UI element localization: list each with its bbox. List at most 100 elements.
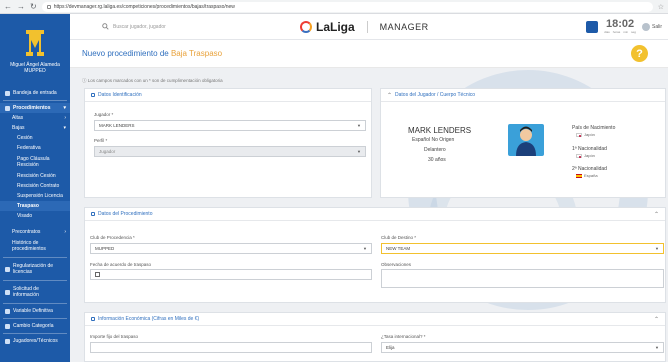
player-name: MARK LENDERS — [408, 126, 472, 135]
sidebar-item-rescision-cesion[interactable]: Rescisión Cesión — [0, 171, 70, 181]
perfil-select: Jugador ▼ — [94, 146, 366, 157]
brand-name: LaLiga — [316, 19, 355, 34]
sidebar-item-bandeja[interactable]: Bandeja de entrada — [0, 88, 70, 98]
perfil-label: Perfil * — [94, 138, 108, 143]
sidebar-item-rescision-contrato[interactable]: Rescisión Contrato — [0, 181, 70, 191]
fecha-acuerdo-input[interactable] — [90, 269, 372, 280]
sidebar-item-suspension-licencia[interactable]: Suspensión Licencia — [0, 191, 70, 201]
clock-time: 18:02 — [605, 18, 635, 30]
search-icon — [102, 23, 109, 30]
countdown-clock: 18:02 días horas min seg — [604, 18, 636, 35]
players-icon — [5, 338, 10, 344]
procedimiento-panel: Datos del Procedimiento ⌃ — [84, 207, 666, 303]
jugador-select[interactable]: MARK LENDERS ▼ — [94, 120, 366, 131]
url-text: https://devmanager.rg.laliga.es/competic… — [53, 3, 235, 10]
sidebar-item-pago-clausula[interactable]: Pago Cláusula Rescisión — [0, 153, 70, 171]
caret-down-icon: ▼ — [357, 123, 361, 128]
sidebar-divider — [3, 318, 67, 319]
pais-nacimiento-label: País de Nacimiento — [572, 125, 616, 131]
observaciones-textarea[interactable] — [381, 269, 664, 288]
nacionalidad2-label: 2ª Nacionalidad — [572, 166, 607, 172]
identificacion-panel: Datos Identificación — [84, 88, 372, 198]
sidebar-item-regularizacion[interactable]: Regularización de licencias — [0, 260, 70, 278]
panel-header: Datos Identificación — [85, 89, 371, 102]
help-button[interactable]: ? — [631, 45, 648, 62]
document-icon — [5, 105, 10, 111]
sidebar-item-cambio-categoria[interactable]: Cambio Categoría — [0, 321, 70, 331]
sidebar: Miguel Ángel Alameda MUPPED Bandeja de e… — [0, 14, 70, 362]
sidebar-divider — [3, 333, 67, 334]
club-procedencia-select[interactable]: MUPPED ▼ — [90, 243, 372, 254]
sidebar-item-visado[interactable]: Visado — [0, 211, 70, 221]
sidebar-divider — [3, 257, 67, 258]
page-title-highlight: Baja Traspaso — [170, 49, 223, 58]
user-menu[interactable]: Salir — [641, 22, 662, 31]
pais-nacimiento-value: Japón — [576, 132, 595, 137]
avatar — [641, 22, 650, 31]
bookmark-star-icon[interactable]: ☆ — [658, 3, 664, 11]
lock-icon — [46, 4, 51, 9]
header-right: 18:02 días horas min seg Salir — [586, 19, 668, 34]
collapse-icon[interactable]: ⌃ — [387, 92, 392, 99]
japan-flag-icon — [576, 132, 582, 137]
chevron-down-icon: ▾ — [63, 125, 66, 131]
player-position: Delantero — [424, 147, 446, 153]
user-club: MUPPED — [24, 68, 46, 74]
collapse-icon[interactable]: ⌃ — [654, 211, 659, 218]
calendar-icon[interactable] — [95, 272, 100, 277]
sidebar-item-historico[interactable]: Histórico de procedimientos — [0, 237, 70, 255]
panel-title: Datos del Procedimiento — [98, 211, 153, 217]
club-destino-label: Club de Destino * — [381, 235, 417, 240]
club-crest-icon — [26, 30, 44, 56]
back-icon[interactable]: ← — [4, 2, 12, 11]
search-input[interactable]: Buscar jugador, jugador — [113, 24, 166, 30]
sidebar-item-cesion[interactable]: Cesión — [0, 133, 70, 143]
fecha-acuerdo-label: Fecha de acuerdo de traspaso — [90, 262, 152, 267]
economica-panel: Información Económica (Cifras en Miles d… — [84, 312, 666, 362]
brand-logo[interactable]: LaLiga MANAGER — [300, 20, 429, 34]
sidebar-item-procedimientos[interactable]: Procedimientos ▾ — [0, 103, 70, 113]
caret-down-icon: ▼ — [655, 345, 659, 350]
calendar-icon[interactable] — [586, 20, 599, 33]
caret-down-icon: ▼ — [357, 149, 361, 154]
sidebar-item-traspaso[interactable]: Traspaso — [0, 201, 70, 211]
importe-fijo-input[interactable] — [90, 342, 372, 353]
reload-icon[interactable]: ↻ — [30, 2, 37, 11]
panel-title: Datos del Jugador / Cuerpo Técnico — [395, 92, 475, 98]
caret-down-icon: ▼ — [655, 246, 659, 251]
panel-header: Datos del Procedimiento ⌃ — [85, 208, 665, 221]
sidebar-item-precontratos[interactable]: Precontratos › — [0, 227, 70, 237]
category-icon — [5, 323, 10, 329]
club-logo — [0, 14, 70, 62]
nacionalidad1-label: 1ª Nacionalidad — [572, 146, 607, 152]
tasa-internacional-label: ¿Tasa internacional? * — [381, 334, 426, 339]
page-title: Nuevo procedimiento de Baja Traspaso — [82, 49, 223, 58]
nacionalidad1-value: Japón — [576, 153, 595, 158]
tasa-internacional-select[interactable]: Elija ▼ — [381, 342, 664, 353]
sidebar-item-solicitud[interactable]: Solicitud de información — [0, 283, 70, 301]
info-icon — [5, 289, 10, 295]
sidebar-item-federativa[interactable]: Federativa — [0, 143, 70, 153]
clock-labels: días horas min seg — [604, 30, 636, 34]
forward-icon[interactable]: → — [17, 2, 25, 11]
required-fields-note: ⓘ Los campos marcados con un * son de cu… — [82, 78, 223, 83]
player-origin: Español No Origen — [412, 137, 455, 143]
panel-title: Información Económica (Cifras en Miles d… — [98, 316, 200, 322]
sidebar-item-bajas[interactable]: Bajas ▾ — [0, 123, 70, 133]
variable-icon — [5, 308, 10, 314]
player-avatar-icon — [516, 126, 536, 156]
logout-label: Salir — [651, 23, 662, 30]
sidebar-divider — [3, 280, 67, 281]
sidebar-item-variable[interactable]: Variable Definitiva — [0, 306, 70, 316]
sidebar-item-altas[interactable]: Altas › — [0, 113, 70, 123]
brand-divider — [366, 20, 368, 33]
search-bar[interactable]: Buscar jugador, jugador — [70, 23, 300, 30]
sidebar-item-jugadores[interactable]: Jugadores/Técnicos — [0, 336, 70, 346]
panel-header: Información Económica (Cifras en Miles d… — [85, 313, 665, 326]
spain-flag-icon — [576, 173, 582, 178]
club-destino-select[interactable]: NEW TEAM ▼ — [381, 243, 664, 254]
url-input[interactable]: https://devmanager.rg.laliga.es/competic… — [41, 1, 653, 12]
importe-fijo-label: Importe fijo del traspaso — [90, 334, 139, 339]
document-icon — [91, 212, 95, 216]
collapse-icon[interactable]: ⌃ — [654, 316, 659, 323]
